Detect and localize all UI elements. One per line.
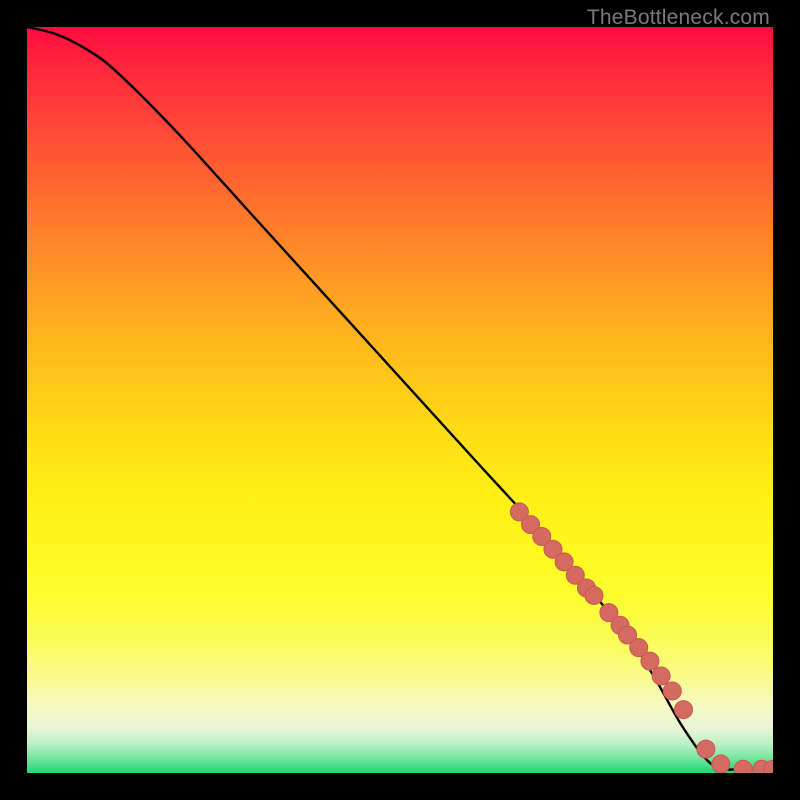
data-marker bbox=[585, 586, 603, 604]
attribution-label: TheBottleneck.com bbox=[587, 6, 770, 30]
bottleneck-curve bbox=[27, 27, 773, 770]
chart-frame: TheBottleneck.com bbox=[0, 0, 800, 800]
plot-area bbox=[27, 27, 773, 773]
marker-group bbox=[510, 503, 773, 773]
data-marker bbox=[652, 667, 670, 685]
data-marker bbox=[663, 682, 681, 700]
data-marker bbox=[674, 701, 692, 719]
data-marker bbox=[734, 760, 752, 773]
data-marker bbox=[697, 740, 715, 758]
data-marker bbox=[641, 652, 659, 670]
chart-svg bbox=[27, 27, 773, 773]
data-marker bbox=[712, 755, 730, 773]
